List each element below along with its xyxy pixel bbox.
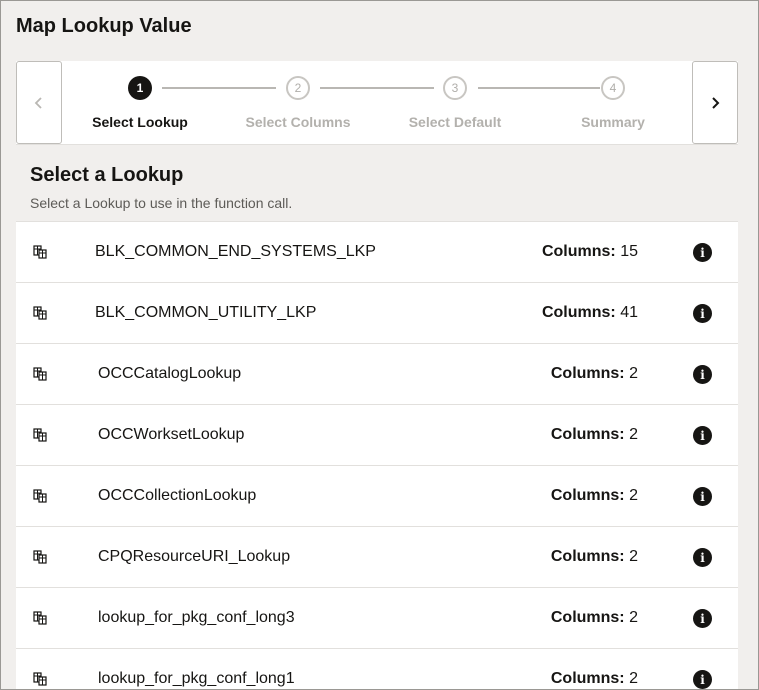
- lookup-row[interactable]: BLK_COMMON_UTILITY_LKP Columns: 41 i: [16, 283, 738, 344]
- info-icon[interactable]: i: [693, 365, 712, 384]
- lookup-table-icon: [33, 611, 47, 625]
- lookup-name: BLK_COMMON_END_SYSTEMS_LKP: [95, 243, 376, 260]
- lookup-columns: Columns: 2: [551, 609, 638, 627]
- lookup-columns: Columns: 2: [551, 365, 638, 383]
- columns-count: 2: [629, 548, 638, 565]
- columns-label: Columns:: [550, 548, 625, 565]
- columns-label: Columns:: [550, 609, 625, 626]
- step-label: Select Lookup: [92, 114, 188, 130]
- lookup-name: lookup_for_pkg_conf_long3: [98, 609, 295, 626]
- columns-count: 2: [629, 426, 638, 443]
- lookup-table-icon: [33, 550, 47, 564]
- lookup-row[interactable]: lookup_for_pkg_conf_long1 Columns: 2 i: [16, 649, 738, 689]
- info-icon[interactable]: i: [693, 243, 712, 262]
- info-icon[interactable]: i: [693, 548, 712, 567]
- lookup-columns: Columns: 2: [551, 670, 638, 688]
- next-step-button[interactable]: [692, 61, 738, 144]
- section-description: Select a Lookup to use in the function c…: [30, 195, 293, 211]
- info-icon[interactable]: i: [693, 426, 712, 445]
- lookup-row[interactable]: BLK_COMMON_END_SYSTEMS_LKP Columns: 15 i: [16, 222, 738, 283]
- step-label: Select Columns: [245, 114, 351, 130]
- lookup-table-icon: [33, 428, 47, 442]
- lookup-name: lookup_for_pkg_conf_long1: [98, 670, 295, 687]
- lookup-columns: Columns: 2: [551, 548, 638, 566]
- columns-label: Columns:: [550, 670, 625, 687]
- step-label: Select Default: [408, 114, 502, 130]
- columns-count: 2: [629, 670, 638, 687]
- chevron-left-icon: [34, 96, 42, 109]
- lookup-table-icon: [33, 245, 47, 259]
- lookup-table-icon: [33, 306, 47, 320]
- info-icon[interactable]: i: [693, 670, 712, 689]
- step-train: 1 Select Lookup 2 Select Columns 3 Selec…: [16, 61, 738, 145]
- lookup-row[interactable]: lookup_for_pkg_conf_long3 Columns: 2 i: [16, 588, 738, 649]
- lookup-row[interactable]: OCCCatalogLookup Columns: 2 i: [16, 344, 738, 405]
- lookup-columns: Columns: 15: [542, 243, 638, 261]
- step-number: 3: [443, 76, 467, 100]
- train-step-summary[interactable]: 4 Summary: [533, 76, 693, 130]
- train-step-select-default[interactable]: 3 Select Default: [375, 76, 535, 130]
- lookup-columns: Columns: 2: [551, 426, 638, 444]
- lookup-table-icon: [33, 489, 47, 503]
- dialog-title: Map Lookup Value: [16, 15, 192, 37]
- lookup-name: CPQResourceURI_Lookup: [98, 548, 291, 565]
- columns-count: 2: [629, 365, 638, 382]
- columns-label: Columns:: [541, 304, 616, 321]
- train-step-select-columns[interactable]: 2 Select Columns: [218, 76, 378, 130]
- lookup-name: OCCCollectionLookup: [98, 487, 257, 504]
- section-title: Select a Lookup: [30, 164, 184, 186]
- columns-count: 2: [629, 487, 638, 504]
- columns-count: 2: [629, 609, 638, 626]
- train-step-select-lookup[interactable]: 1 Select Lookup: [60, 76, 220, 130]
- lookup-row[interactable]: OCCCollectionLookup Columns: 2 i: [16, 466, 738, 527]
- lookup-row[interactable]: OCCWorksetLookup Columns: 2 i: [16, 405, 738, 466]
- info-icon[interactable]: i: [693, 609, 712, 628]
- columns-count: 41: [620, 304, 638, 321]
- previous-step-button[interactable]: [16, 61, 62, 144]
- columns-label: Columns:: [541, 243, 616, 260]
- step-number: 4: [601, 76, 625, 100]
- lookup-list: BLK_COMMON_END_SYSTEMS_LKP Columns: 15 i…: [16, 221, 738, 689]
- lookup-name: BLK_COMMON_UTILITY_LKP: [95, 304, 317, 321]
- columns-label: Columns:: [550, 487, 625, 504]
- lookup-row[interactable]: CPQResourceURI_Lookup Columns: 2 i: [16, 527, 738, 588]
- columns-label: Columns:: [550, 426, 625, 443]
- lookup-table-icon: [33, 672, 47, 686]
- lookup-name: OCCCatalogLookup: [98, 365, 242, 382]
- step-label: Summary: [581, 114, 645, 130]
- columns-count: 15: [620, 243, 638, 260]
- lookup-name: OCCWorksetLookup: [98, 426, 245, 443]
- chevron-right-icon: [712, 96, 720, 109]
- step-number: 2: [286, 76, 310, 100]
- dialog: Map Lookup Value 1 Select Lookup 2 Selec…: [0, 0, 759, 690]
- lookup-columns: Columns: 41: [542, 304, 638, 322]
- columns-label: Columns:: [550, 365, 625, 382]
- info-icon[interactable]: i: [693, 487, 712, 506]
- lookup-columns: Columns: 2: [551, 487, 638, 505]
- info-icon[interactable]: i: [693, 304, 712, 323]
- lookup-table-icon: [33, 367, 47, 381]
- step-number: 1: [128, 76, 152, 100]
